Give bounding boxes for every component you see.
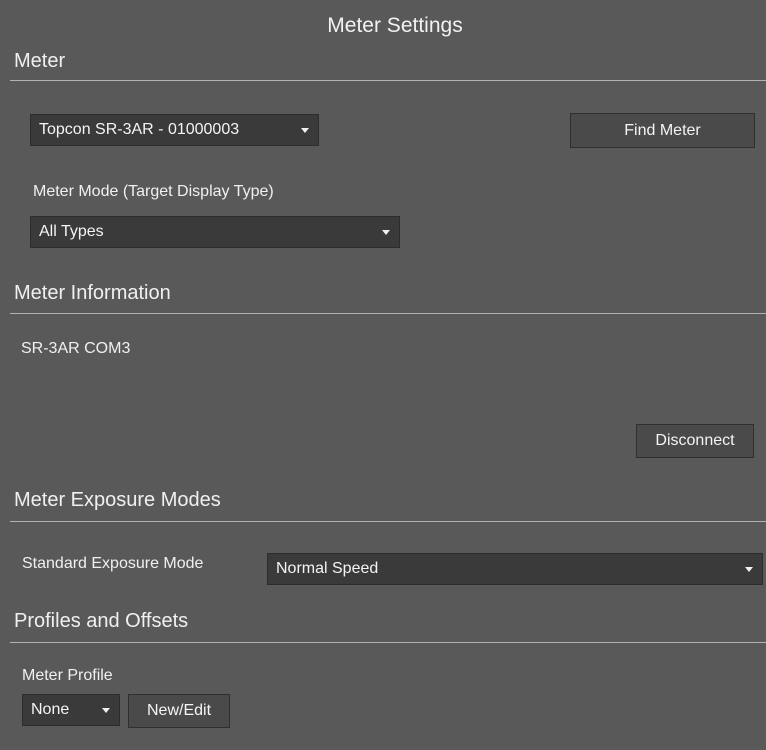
meter-select-dropdown[interactable]: Topcon SR-3AR - 01000003 (30, 114, 319, 146)
meter-profile-label: Meter Profile (22, 667, 113, 684)
standard-exposure-value: Normal Speed (276, 560, 379, 577)
meter-mode-label: Meter Mode (Target Display Type) (33, 183, 274, 200)
chevron-down-icon (301, 127, 309, 133)
meter-information-header: Meter Information (14, 282, 171, 304)
exposure-modes-divider (10, 521, 766, 522)
meter-profile-value: None (31, 701, 70, 718)
meter-select-value: Topcon SR-3AR - 01000003 (39, 121, 240, 138)
new-edit-profile-button[interactable]: New/Edit (128, 694, 230, 728)
find-meter-button[interactable]: Find Meter (570, 113, 755, 148)
chevron-down-icon (382, 229, 390, 235)
meter-section-divider (10, 80, 766, 81)
profiles-offsets-header: Profiles and Offsets (14, 610, 189, 632)
meter-mode-dropdown[interactable]: All Types (30, 216, 400, 248)
meter-section-header: Meter (14, 50, 66, 72)
meter-mode-value: All Types (39, 223, 104, 240)
disconnect-button[interactable]: Disconnect (636, 424, 754, 458)
meter-profile-dropdown[interactable]: None (22, 694, 120, 726)
exposure-modes-header: Meter Exposure Modes (14, 489, 221, 511)
panel-title: Meter Settings (327, 14, 463, 37)
meter-settings-panel: Meter Settings Meter Topcon SR-3AR - 010… (0, 0, 766, 750)
chevron-down-icon (745, 566, 753, 572)
meter-information-divider (10, 313, 766, 314)
chevron-down-icon (102, 707, 110, 713)
standard-exposure-dropdown[interactable]: Normal Speed (267, 553, 763, 585)
standard-exposure-label: Standard Exposure Mode (22, 555, 204, 572)
profiles-offsets-divider (10, 642, 766, 643)
meter-device-text: SR-3AR COM3 (21, 340, 131, 357)
